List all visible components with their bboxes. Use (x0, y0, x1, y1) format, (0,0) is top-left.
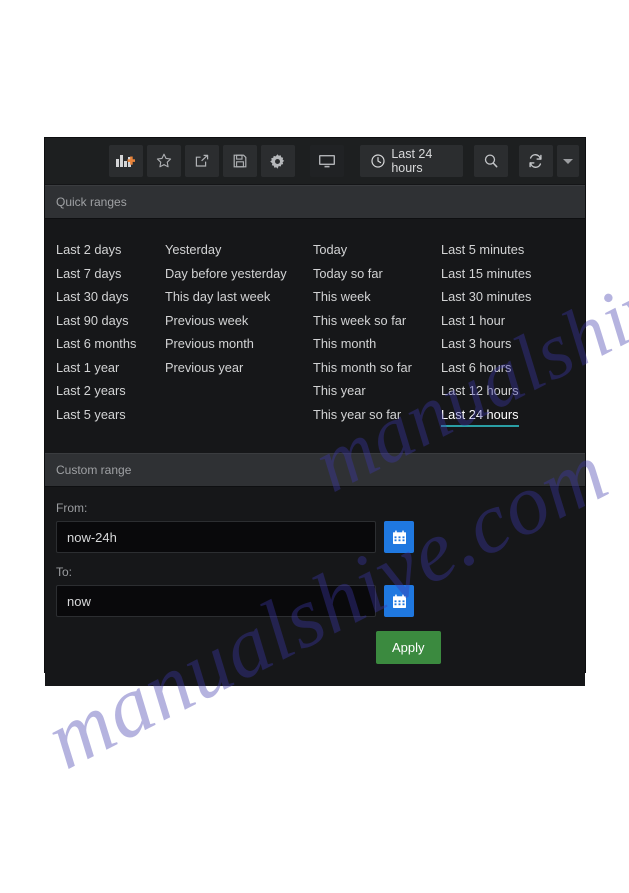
to-field-row (56, 585, 574, 617)
time-picker-dropdown: Quick ranges Last 2 days Last 7 days Las… (45, 185, 585, 686)
from-field-row (56, 521, 574, 553)
quick-range-item[interactable]: Previous week (165, 310, 248, 334)
screenshot-root: Last 24 hours Quick ranges Last 2 days L… (0, 0, 629, 893)
quick-ranges-grid: Last 2 days Last 7 days Last 30 days Las… (45, 219, 585, 453)
quick-range-item[interactable]: Last 90 days (56, 310, 129, 334)
quick-range-item[interactable]: This day last week (165, 286, 270, 310)
from-field-label: From: (56, 501, 88, 515)
quick-range-item[interactable]: This month (313, 333, 376, 357)
quick-range-item[interactable]: Last 15 minutes (441, 263, 531, 287)
quick-range-item[interactable]: Day before yesterday (165, 263, 287, 287)
quick-range-item[interactable]: This year (313, 380, 366, 404)
quick-range-item[interactable]: Last 1 hour (441, 310, 505, 334)
quick-range-item[interactable]: Previous year (165, 357, 243, 381)
refresh-button[interactable] (518, 145, 553, 177)
time-range-picker-button[interactable]: Last 24 hours (360, 145, 464, 177)
custom-range-header: Custom range (45, 453, 585, 487)
quick-ranges-column-1: Last 2 days Last 7 days Last 30 days Las… (45, 239, 165, 427)
share-button[interactable] (184, 145, 219, 177)
to-field-label: To: (56, 565, 73, 579)
from-input[interactable] (56, 521, 376, 553)
from-calendar-button[interactable] (384, 521, 414, 553)
to-calendar-button[interactable] (384, 585, 414, 617)
tv-mode-button[interactable] (310, 145, 345, 177)
grafana-dashboard-window: Last 24 hours Quick ranges Last 2 days L… (45, 138, 585, 686)
refresh-interval-dropdown-button[interactable] (556, 145, 580, 177)
add-panel-button[interactable] (108, 145, 143, 177)
quick-range-item[interactable]: Last 1 year (56, 357, 119, 381)
save-button[interactable] (222, 145, 257, 177)
quick-range-item[interactable]: Last 3 hours (441, 333, 511, 357)
refresh-icon (527, 153, 544, 169)
quick-range-item-selected[interactable]: Last 24 hours (441, 404, 519, 427)
monitor-icon (318, 153, 336, 169)
quick-range-item[interactable]: This year so far (313, 404, 401, 428)
search-icon (483, 153, 499, 169)
calendar-icon (392, 594, 407, 609)
search-button[interactable] (474, 145, 509, 177)
star-button[interactable] (146, 145, 181, 177)
quick-range-item[interactable]: Last 2 days (56, 239, 121, 263)
gear-icon (269, 153, 286, 170)
quick-range-item[interactable]: Last 7 days (56, 263, 121, 287)
quick-range-item[interactable]: This week (313, 286, 371, 310)
toolbar-left-spacer (49, 161, 107, 162)
settings-button[interactable] (260, 145, 295, 177)
calendar-icon (392, 530, 407, 545)
custom-range-body: From: now-24h To: now Apply (45, 487, 585, 686)
quick-range-item[interactable]: Last 12 hours (441, 380, 519, 404)
bar-chart-plus-icon (116, 153, 136, 169)
quick-range-item[interactable]: Last 2 years (56, 380, 126, 404)
clock-icon (371, 154, 385, 168)
quick-range-item[interactable]: This month so far (313, 357, 412, 381)
dashboard-toolbar: Last 24 hours (45, 138, 585, 185)
apply-button[interactable]: Apply (376, 631, 441, 664)
quick-ranges-column-4: Last 5 minutes Last 15 minutes Last 30 m… (441, 239, 581, 427)
quick-range-item[interactable]: Last 30 days (56, 286, 129, 310)
quick-range-item[interactable]: Last 5 minutes (441, 239, 524, 263)
quick-range-item[interactable]: Yesterday (165, 239, 221, 263)
quick-range-item[interactable]: Last 6 months (56, 333, 136, 357)
share-icon (194, 153, 210, 169)
quick-ranges-column-2: Yesterday Day before yesterday This day … (165, 239, 313, 427)
quick-range-item[interactable]: Today (313, 239, 347, 263)
quick-range-item[interactable]: Last 5 years (56, 404, 126, 428)
quick-ranges-column-3: Today Today so far This week This week s… (313, 239, 441, 427)
quick-range-item[interactable]: Last 6 hours (441, 357, 511, 381)
quick-range-item[interactable]: Last 30 minutes (441, 286, 531, 310)
quick-range-item[interactable]: Today so far (313, 263, 383, 287)
chevron-down-icon (563, 158, 573, 164)
save-floppy-icon (232, 153, 248, 169)
quick-range-item[interactable]: This week so far (313, 310, 406, 334)
quick-ranges-header: Quick ranges (45, 185, 585, 219)
time-range-label: Last 24 hours (391, 147, 433, 175)
apply-row: Apply (56, 631, 574, 664)
star-icon (156, 153, 172, 169)
quick-range-item[interactable]: Previous month (165, 333, 254, 357)
to-input[interactable] (56, 585, 376, 617)
